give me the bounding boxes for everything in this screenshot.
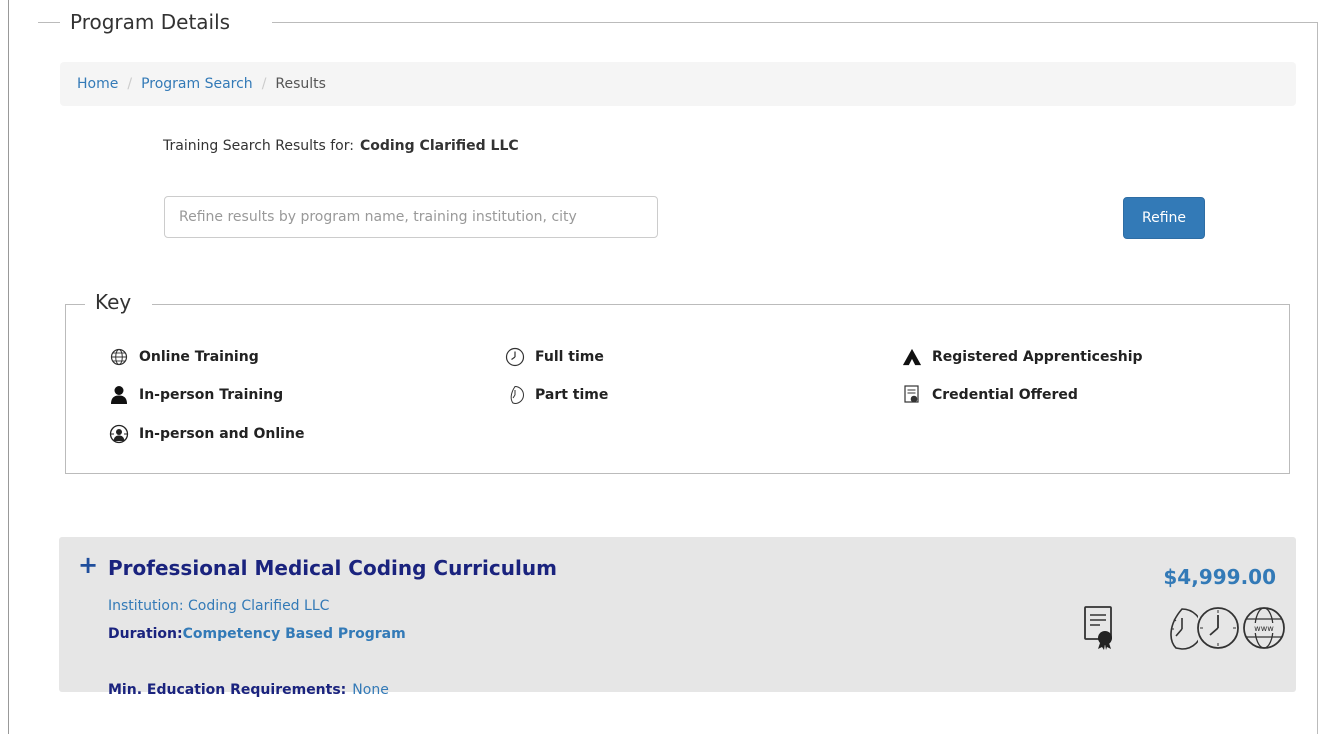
key-item-label: Full time [535, 349, 604, 365]
duration-label: Duration: [108, 626, 183, 642]
key-item-part-time: Part time [505, 385, 608, 405]
svg-text:www: www [1254, 624, 1274, 633]
globe-icon [109, 347, 129, 367]
key-item-hybrid: In-person and Online [109, 424, 304, 444]
breadcrumb-separator: / [261, 76, 267, 92]
section-title: Program Details [70, 10, 231, 34]
apprenticeship-icon [902, 347, 922, 367]
fieldset-border-top [38, 22, 60, 23]
half-clock-icon [505, 385, 525, 405]
www-globe-icon: www [1242, 605, 1286, 655]
institution-value: Coding Clarified LLC [188, 598, 330, 614]
person-icon [109, 385, 129, 405]
expand-plus-icon[interactable]: + [78, 553, 98, 577]
breadcrumb-program-search-link[interactable]: Program Search [141, 76, 253, 92]
key-item-label: Online Training [139, 349, 259, 365]
fieldset-border-left [8, 0, 9, 734]
results-heading: Training Search Results for: Coding Clari… [163, 138, 519, 154]
refine-button[interactable]: Refine [1123, 197, 1205, 239]
key-item-full-time: Full time [505, 347, 604, 367]
key-item-in-person: In-person Training [109, 385, 283, 405]
key-panel-border [65, 304, 85, 305]
fieldset-border-top [272, 22, 1318, 23]
key-panel-border [152, 304, 1290, 305]
education-label: Min. Education Requirements: [108, 682, 347, 698]
certificate-icon [902, 385, 922, 405]
key-item-apprenticeship: Registered Apprenticeship [902, 347, 1143, 367]
breadcrumb-separator: / [127, 76, 133, 92]
breadcrumb: Home / Program Search / Results [60, 62, 1296, 106]
program-price: $4,999.00 [1163, 565, 1276, 589]
clock-icon [505, 347, 525, 367]
refine-search-input[interactable] [164, 196, 658, 238]
key-item-label: In-person Training [139, 387, 284, 403]
results-label: Training Search Results for: [163, 138, 354, 154]
half-clock-icon [1162, 605, 1203, 655]
duration-value: Competency Based Program [182, 626, 406, 642]
person-globe-icon [109, 424, 129, 444]
program-title[interactable]: Professional Medical Coding Curriculum [108, 556, 557, 580]
key-item-credential: Credential Offered [902, 385, 1078, 405]
clock-icon [1196, 605, 1240, 655]
certificate-icon [1080, 605, 1120, 655]
key-item-label: Credential Offered [932, 387, 1078, 403]
program-feature-icons: www [1080, 605, 1286, 655]
key-item-online: Online Training [109, 347, 259, 367]
breadcrumb-home-link[interactable]: Home [77, 76, 118, 92]
institution-label: Institution: [108, 598, 184, 614]
results-org: Coding Clarified LLC [359, 138, 519, 154]
program-institution: Institution: Coding Clarified LLC [108, 598, 329, 614]
key-item-label: Part time [535, 387, 609, 403]
key-title: Key [95, 290, 132, 314]
program-education: Min. Education Requirements: None [108, 682, 389, 698]
key-item-label: Registered Apprenticeship [932, 349, 1143, 365]
key-item-label: In-person and Online [139, 426, 305, 442]
fieldset-border-right [1317, 22, 1318, 734]
program-duration: Duration:Competency Based Program [108, 626, 406, 642]
breadcrumb-current: Results [275, 76, 326, 92]
education-value: None [352, 682, 389, 698]
